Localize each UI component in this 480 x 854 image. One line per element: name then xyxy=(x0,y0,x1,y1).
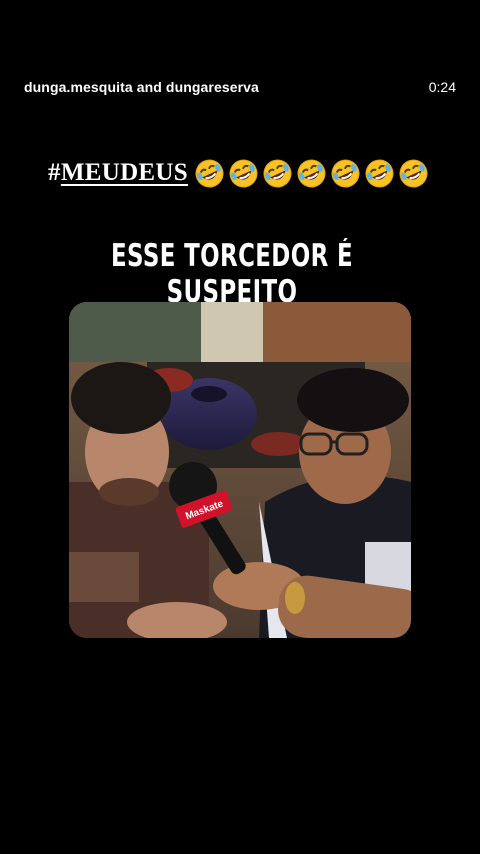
rolling-on-floor-laughing-icon xyxy=(330,158,361,189)
story-author[interactable]: dunga.mesquita and dungareserva xyxy=(24,79,259,95)
rolling-on-floor-laughing-icon xyxy=(262,158,293,189)
story-timer: 0:24 xyxy=(428,79,456,95)
headline-text: ESSE TORCEDOR É SUSPEITO xyxy=(110,238,354,310)
emoji-list xyxy=(194,158,432,189)
hashtag-caption: #MEUDEUS xyxy=(0,150,480,196)
hashtag-word: MEUDEUS xyxy=(60,159,188,186)
story-header: dunga.mesquita and dungareserva 0:24 xyxy=(0,0,480,110)
left-man-hair xyxy=(71,362,171,434)
rolling-on-floor-laughing-icon xyxy=(398,158,429,189)
video-frame[interactable]: Maskate xyxy=(69,302,411,638)
rolling-on-floor-laughing-icon xyxy=(296,158,327,189)
rolling-on-floor-laughing-icon xyxy=(194,158,225,189)
wall-cabinet xyxy=(201,302,263,362)
bracelet xyxy=(285,582,305,614)
rolling-on-floor-laughing-icon xyxy=(364,158,395,189)
left-man-beard xyxy=(99,478,159,506)
rolling-on-floor-laughing-icon xyxy=(228,158,259,189)
wall-wood-panel xyxy=(263,302,411,362)
hashtag-text[interactable]: #MEUDEUS xyxy=(48,159,188,187)
right-man-hair xyxy=(297,368,409,432)
wall-shelf xyxy=(69,302,209,362)
